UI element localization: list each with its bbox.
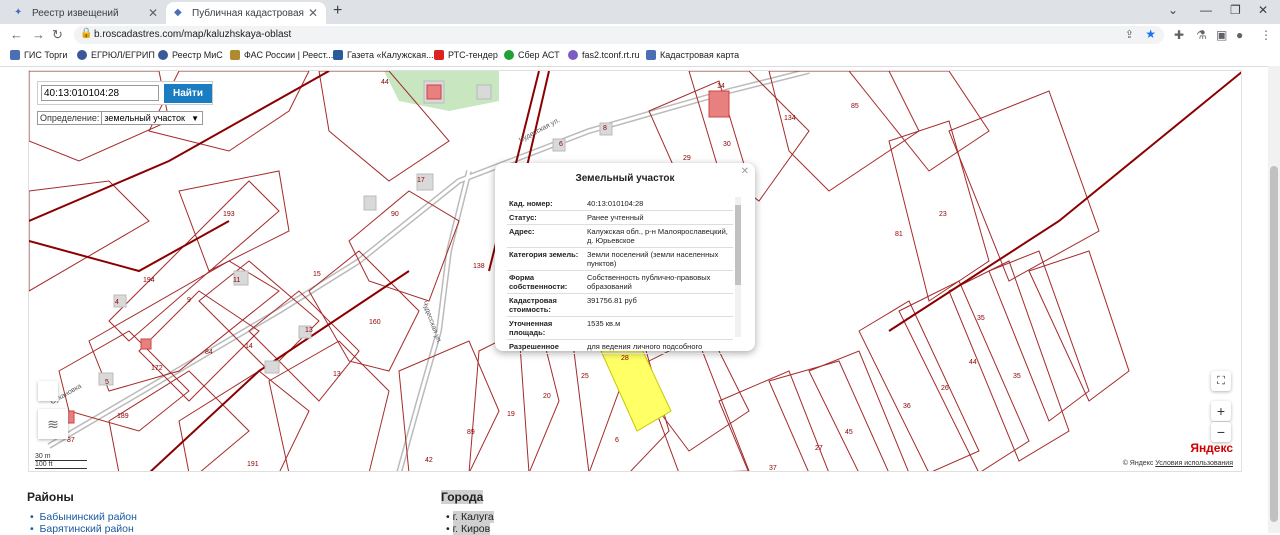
new-tab-button[interactable]: + xyxy=(333,2,342,20)
table-row: Статус: Ранее учтенный xyxy=(507,210,733,225)
bookmark-item[interactable]: Сбер АСТ xyxy=(504,50,560,60)
parcel-info-table: Кад. номер: 40:13:010104:28 Статус: Ранее … xyxy=(507,197,733,354)
map-copyright: © Яндекс Условия использования xyxy=(1122,460,1233,467)
regions-section: Районы • Бабынинский район • Барятинский… xyxy=(0,478,1268,535)
restore-button[interactable]: ❐ xyxy=(1230,3,1241,17)
sidebar-icon[interactable]: ▣ xyxy=(1216,28,1227,42)
map-mode-button[interactable] xyxy=(38,381,58,401)
extensions-icon[interactable]: ✚ xyxy=(1174,28,1184,42)
bookmark-icon xyxy=(568,50,578,60)
minimize-button[interactable]: — xyxy=(1200,3,1212,17)
table-row: Кадастровая стоимость: 391756.81 руб xyxy=(507,293,733,317)
selected-parcel[interactable] xyxy=(600,342,672,432)
close-icon[interactable]: ✕ xyxy=(741,166,749,177)
scale-meters: 30 m xyxy=(35,453,87,461)
close-window-button[interactable]: ✕ xyxy=(1258,3,1268,17)
tab-title: Реестр извещений xyxy=(32,7,119,19)
bookmark-icon xyxy=(333,50,343,60)
bookmark-icon xyxy=(158,50,168,60)
tab-cadastral-map[interactable]: ◆ Публичная кадастровая карта: К ✕ xyxy=(166,2,326,24)
fullscreen-icon[interactable]: ⛶ xyxy=(1211,371,1231,391)
table-row: Разрешенное для ведения личного подсобног… xyxy=(507,339,733,354)
close-icon[interactable]: ✕ xyxy=(148,6,158,20)
bookmark-icon xyxy=(10,50,20,60)
menu-icon[interactable]: ⋮ xyxy=(1260,28,1272,42)
cities-heading: Города xyxy=(441,490,484,504)
zoom-in-button[interactable]: + xyxy=(1211,401,1231,421)
definition-value[interactable]: земельный участок xyxy=(101,112,188,124)
eagle-icon: ✦ xyxy=(14,7,23,18)
url-text: b.roscadastres.com/map/kaluzhskaya-oblas… xyxy=(94,29,292,40)
profile-icon[interactable]: ● xyxy=(1236,28,1243,42)
close-icon[interactable]: ✕ xyxy=(308,6,318,20)
address-bar[interactable]: 🔒 b.roscadastres.com/map/kaluzhskaya-obl… xyxy=(74,26,1164,44)
bookmark-icon xyxy=(230,50,240,60)
star-icon[interactable]: ★ xyxy=(1145,27,1156,41)
list-item[interactable]: • Бабынинский район xyxy=(30,511,137,523)
tab-title: Публичная кадастровая карта: К xyxy=(192,7,304,19)
scale-bar: 30 m 100 ft xyxy=(35,453,87,469)
tab-registry[interactable]: ✦ Реестр извещений ✕ xyxy=(6,2,166,24)
list-item[interactable]: • г. Калуга xyxy=(446,511,494,523)
bookmark-item[interactable]: РТС-тендер xyxy=(434,50,498,60)
parcel-info-popup: Земельный участок ✕ Кад. номер: 40:13:010… xyxy=(495,163,755,354)
bookmark-item[interactable]: Газета «Калужская... xyxy=(333,50,434,60)
bookmark-item[interactable]: ГИС Торги xyxy=(10,50,67,60)
table-row: Адрес: Калужская обл., р-н Малоярославецк… xyxy=(507,224,733,248)
bookmark-icon xyxy=(504,50,514,60)
table-row: Форма собственности: Собственность публич… xyxy=(507,270,733,294)
tab-strip: ✦ Реестр извещений ✕ ◆ Публичная кадастр… xyxy=(0,0,1280,24)
bookmark-item[interactable]: Кадастровая карта xyxy=(646,50,739,60)
definition-label: Определение: xyxy=(40,113,100,123)
table-row: Уточненная площадь: 1535 кв.м xyxy=(507,316,733,340)
table-row: Категория земель: Земли поселений (земли … xyxy=(507,247,733,271)
cadastral-search: Найти xyxy=(37,81,213,105)
scale-feet: 100 ft xyxy=(35,461,87,469)
flask-icon[interactable]: ⚗ xyxy=(1196,28,1207,42)
zoom-out-button[interactable]: − xyxy=(1211,422,1231,442)
forward-button[interactable]: → xyxy=(32,27,45,42)
reload-button[interactable]: ↻ xyxy=(52,27,63,43)
list-item[interactable]: • г. Киров xyxy=(446,523,491,535)
yandex-logo: Яндекс xyxy=(1190,441,1233,455)
districts-heading: Районы xyxy=(27,490,74,504)
popup-title: Земельный участок xyxy=(575,173,675,184)
share-icon[interactable]: ⇪ xyxy=(1125,28,1134,41)
bookmark-icon xyxy=(646,50,656,60)
chevron-down-icon[interactable]: ⌄ xyxy=(1168,3,1178,17)
bookmark-icon xyxy=(77,50,87,60)
back-button[interactable]: ← xyxy=(10,27,23,42)
bookmark-item[interactable]: Реестр МиС xyxy=(158,50,223,60)
list-item[interactable]: • Барятинский район xyxy=(30,523,134,535)
popup-scrollbar[interactable] xyxy=(735,197,741,337)
chevron-down-icon[interactable]: ▼ xyxy=(188,114,202,123)
map-icon: ◆ xyxy=(174,7,182,18)
bookmark-item[interactable]: fas2.tconf.rt.ru xyxy=(568,50,640,60)
bookmarks-bar: ГИС Торги ЕГРЮЛ/ЕГРИП Реестр МиС ФАС Рос… xyxy=(0,46,1280,67)
page-scrollbar[interactable] xyxy=(1268,66,1280,533)
bookmark-item[interactable]: ЕГРЮЛ/ЕГРИП xyxy=(77,50,155,60)
cadastral-number-input[interactable] xyxy=(41,85,159,101)
cadastral-map[interactable]: 44 14 134 85 30 29 8 6 17 90 193 194 4 9… xyxy=(28,70,1242,472)
scrollbar-thumb[interactable] xyxy=(735,205,741,285)
bookmark-icon xyxy=(434,50,444,60)
find-button[interactable]: Найти xyxy=(164,84,212,103)
definition-select[interactable]: Определение: земельный участок ▼ xyxy=(37,111,203,125)
terms-link[interactable]: Условия использования xyxy=(1155,460,1233,467)
bookmark-item[interactable]: ФАС России | Реест... xyxy=(230,50,333,60)
browser-toolbar: ← → ↻ 🔒 b.roscadastres.com/map/kaluzhska… xyxy=(0,24,1280,46)
scrollbar-thumb[interactable] xyxy=(1270,166,1278,522)
layers-icon[interactable]: ≋ xyxy=(38,409,68,439)
table-row: Кад. номер: 40:13:010104:28 xyxy=(507,197,733,211)
lock-icon: 🔒 xyxy=(80,28,93,39)
